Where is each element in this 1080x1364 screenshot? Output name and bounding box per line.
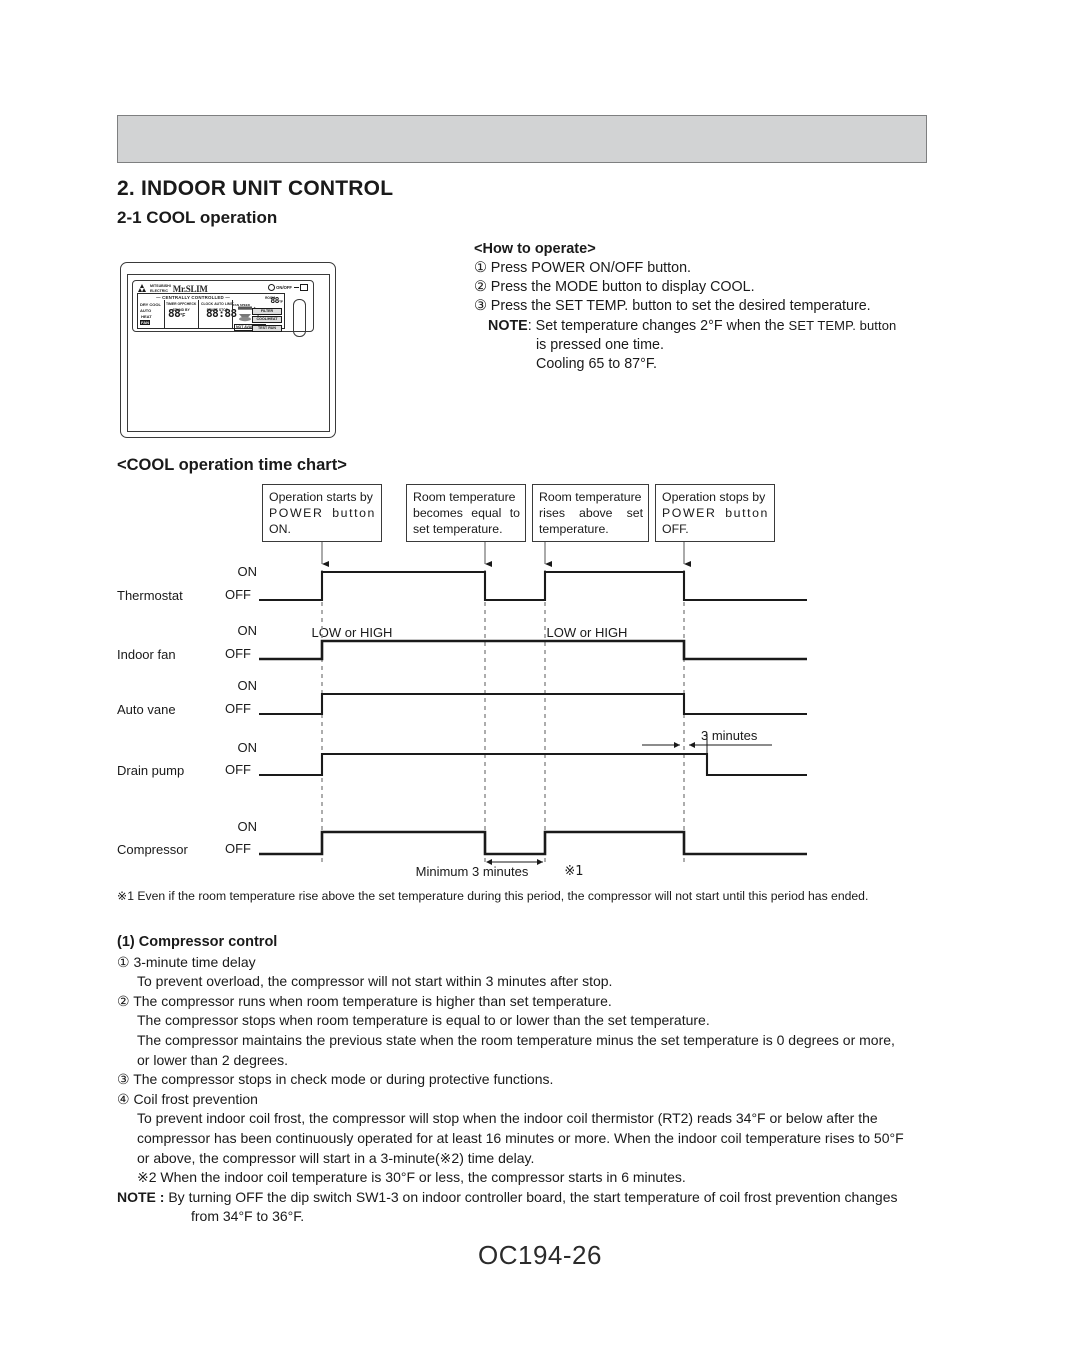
compressor-item-2-line-2: The compressor stops when room temperatu… — [137, 1012, 710, 1029]
compressor-item-4-line-4: ※2 When the indoor coil temperature is 3… — [137, 1169, 686, 1186]
how-to-note-text-b: SET TEMP. button — [788, 318, 897, 333]
power-label-text: ON/OFF — [276, 285, 292, 290]
subsection-title: 2-1 COOL operation — [117, 208, 278, 227]
compressor-note-text: By turning OFF the dip switch SW1-3 on i… — [164, 1188, 898, 1205]
waveform-compressor — [259, 830, 807, 856]
lcd-temp-value: 88 — [168, 307, 181, 320]
compressor-note-line-1: NOTE : By turning OFF the dip switch SW1… — [117, 1188, 937, 1208]
remote-power-label: ON/OFF — [267, 284, 308, 291]
lcd-auto: AUTO — [214, 302, 224, 306]
lcd-btn-coolheat: COOL/HEAT — [252, 316, 282, 324]
compressor-item-4-line-1: To prevent indoor coil frost, the compre… — [137, 1110, 878, 1127]
cool-operation-time-chart: Operation starts by POWER button ON. Roo… — [117, 484, 927, 884]
lcd-screen: — CENTRALLY CONTROLLED — DRY COOL AUTO H… — [137, 293, 285, 332]
lcd-temp-unit: °F — [180, 313, 186, 319]
how-to-step-3: ③ Press the SET TEMP. button to set the … — [474, 298, 871, 314]
page-number: OC194-26 — [478, 1240, 602, 1270]
footnote-star-1: ※1 Even if the room temperature rise abo… — [117, 889, 869, 903]
remote-lcd-panel: MITSUBISHI ELECTRIC Mr.SLIM ON/OFF — CEN… — [132, 280, 314, 337]
power-circle-icon — [267, 284, 275, 291]
compressor-item-2-title: ② The compressor runs when room temperat… — [117, 992, 612, 1009]
compressor-item-4-title: ④ Coil frost prevention — [117, 1090, 258, 1107]
lcd-mode-heat: HEAT — [141, 313, 152, 319]
remote-side-button — [293, 299, 306, 337]
compressor-item-2-line-4: or lower than 2 degrees. — [137, 1051, 288, 1068]
power-box-icon — [300, 284, 308, 291]
waveform-indoor-fan — [259, 639, 807, 661]
time-guidelines — [321, 570, 685, 866]
compressor-item-3-title: ③ The compressor stops in check mode or … — [117, 1071, 554, 1088]
power-dash-icon — [293, 287, 299, 288]
drain-pump-dimension — [642, 734, 772, 754]
brand-text: MITSUBISHI ELECTRIC — [150, 284, 171, 292]
remote-controller-illustration: MITSUBISHI ELECTRIC Mr.SLIM ON/OFF — CEN… — [120, 262, 336, 438]
how-to-note-line-1: NOTE: Set temperature changes 2°F when t… — [488, 316, 934, 336]
lcd-centrally-controlled: — CENTRALLY CONTROLLED — — [156, 295, 230, 300]
event-connectors — [321, 542, 691, 567]
lcd-mode-auto: AUTO — [140, 307, 152, 313]
lcd-timer-off: TIMER OFF — [166, 302, 185, 306]
product-name: Mr.SLIM — [172, 283, 208, 294]
waveform-svg — [259, 542, 807, 866]
page-header-bar — [117, 115, 927, 163]
page-title: 2. INDOOR UNIT CONTROL — [117, 177, 394, 200]
waveform-drain-pump — [259, 752, 807, 777]
lcd-mode-list: DRY COOL AUTO HEAT FAN — [140, 302, 161, 327]
how-to-operate-block: <How to operate> ① Press POWER ON/OFF bu… — [474, 240, 934, 374]
lcd-btn-filter: FILTER — [252, 308, 282, 315]
lcd-room-temp-readout: 88°F — [270, 296, 283, 305]
time-chart-title: <COOL operation time chart> — [117, 456, 347, 474]
lcd-button-labels: FILTER COOL/HEAT TEST RUN — [252, 308, 282, 333]
how-to-note-line-2: is pressed one time. — [536, 337, 664, 353]
how-to-operate-heading: <How to operate> — [474, 241, 596, 257]
lcd-room-temp-value: 88 — [270, 296, 279, 305]
lcd-fan-speed-label: FAN SPEED — [233, 303, 251, 307]
lcd-set-temp-readout: 88°F — [168, 308, 186, 319]
lcd-mode-cool: COOL — [149, 301, 161, 307]
how-to-note-label: NOTE — [488, 318, 528, 334]
how-to-note-line-3: Cooling 65 to 87°F. — [536, 356, 657, 372]
compressor-item-1-body: To prevent overload, the compressor will… — [137, 973, 613, 990]
waveform-thermostat — [259, 570, 807, 602]
compressor-item-4-line-3: or above, the compressor will start in a… — [137, 1149, 535, 1166]
compressor-note-line-2: from 34°F to 36°F. — [191, 1208, 305, 1225]
compressor-control-heading: (1) Compressor control — [117, 934, 278, 950]
mitsubishi-logo-icon — [138, 284, 148, 293]
compressor-item-2-line-3: The compressor maintains the previous st… — [137, 1031, 895, 1048]
lcd-mode-dry: DRY — [140, 301, 149, 307]
compressor-item-1-title: ① 3-minute time delay — [117, 953, 256, 970]
compressor-item-4-line-2: compressor has been continuously operate… — [137, 1129, 904, 1146]
brand-line-2: ELECTRIC — [150, 288, 168, 293]
how-to-step-2: ② Press the MODE button to display COOL. — [474, 279, 755, 295]
lcd-btn-testrun: TEST RUN — [252, 324, 282, 332]
compressor-control-block: (1) Compressor control ① 3-minute time d… — [117, 925, 937, 1227]
waveform-auto-vane — [259, 692, 807, 716]
compressor-note-label: NOTE : — [117, 1188, 165, 1205]
lcd-check: CHECK — [184, 302, 197, 306]
lcd-clock: CLOCK — [201, 302, 214, 306]
how-to-note-text-a: : Set temperature changes 2°F when the — [527, 318, 789, 334]
lcd-mode-fan: FAN — [140, 320, 150, 326]
how-to-step-1: ① Press POWER ON/OFF button. — [474, 260, 691, 276]
lcd-room-temp-unit: °F — [278, 299, 283, 304]
